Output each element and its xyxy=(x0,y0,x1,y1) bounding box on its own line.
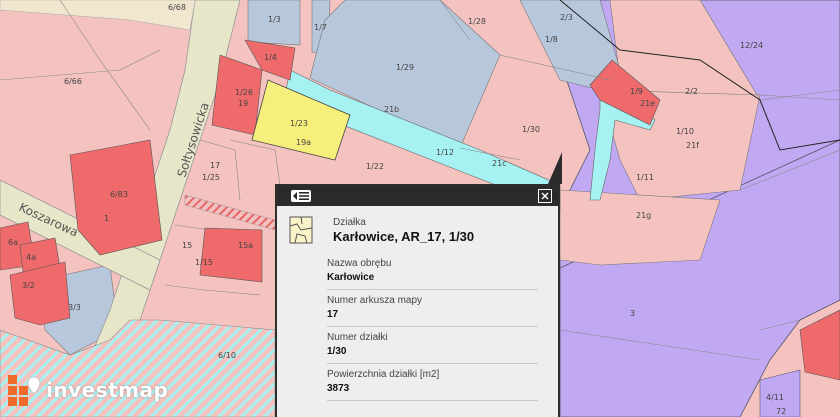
parcel-header-label: Działka xyxy=(333,217,366,228)
parcel-label: 1/11 xyxy=(636,173,654,182)
parcel-label: 1/30 xyxy=(522,125,540,134)
parcel-label: 15a xyxy=(238,241,253,250)
parcel-label: 3/3 xyxy=(68,303,81,312)
popup-header xyxy=(277,186,558,206)
parcel-label: 21f xyxy=(686,141,699,150)
parcel-label: 4/11 xyxy=(766,393,784,402)
parcel-label: 6/66 xyxy=(64,77,82,86)
parcel-label: 1/4 xyxy=(264,53,277,62)
field-label: Numer arkusza mapy xyxy=(327,295,423,306)
parcel-label: 3/2 xyxy=(22,281,35,290)
parcel-label: 1/28 xyxy=(468,17,486,26)
parcel-label: 1/10 xyxy=(676,127,694,136)
popup-pointer xyxy=(548,152,562,184)
field-parcel-number: Numer działki 1/30 xyxy=(327,327,538,364)
parcel-label: 1/23 xyxy=(290,119,308,128)
parcel-label: 1/29 xyxy=(396,63,414,72)
field-value: 3873 xyxy=(327,383,350,394)
investmap-logo: investmap xyxy=(6,373,168,407)
parcel-label: 19 xyxy=(238,99,248,108)
parcel-label: 21b xyxy=(384,105,399,114)
parcel-header: Działka Karłowice, AR_17, 1/30 xyxy=(289,216,538,245)
logo-text: investmap xyxy=(46,378,169,402)
field-value: Karłowice xyxy=(327,272,375,283)
field-value: 17 xyxy=(327,309,339,320)
parcel-header-value: Karłowice, AR_17, 1/30 xyxy=(333,229,475,244)
parcel-label: 1/22 xyxy=(366,162,384,171)
parcel-label: 15 xyxy=(182,241,192,250)
parcel-label: 6/83 xyxy=(110,190,128,199)
parcel-label: 1 xyxy=(104,214,109,223)
parcel-label: 6/68 xyxy=(168,3,186,12)
parcel-info-popup: Działka Karłowice, AR_17, 1/30 Nazwa obr… xyxy=(275,184,560,417)
field-precinct-name: Nazwa obrębu Karłowice xyxy=(327,253,538,290)
list-menu-icon[interactable] xyxy=(291,190,311,202)
close-icon[interactable] xyxy=(538,189,552,203)
parcel-label: 1/12 xyxy=(436,148,454,157)
parcel-map-icon xyxy=(289,216,313,244)
field-parcel-area: Powierzchnia działki [m2] 3873 xyxy=(327,364,538,401)
parcel-label: 2/3 xyxy=(560,13,573,22)
parcel-label: 12/24 xyxy=(740,41,763,50)
logo-mark-icon xyxy=(8,375,41,406)
popup-body: Działka Karłowice, AR_17, 1/30 Nazwa obr… xyxy=(277,206,558,401)
parcel-label: 21c xyxy=(492,159,507,168)
parcel-label: 1/25 xyxy=(202,173,220,182)
parcel-label: 1/7 xyxy=(314,23,327,32)
field-label: Numer działki xyxy=(327,332,388,343)
parcel-label: 21e xyxy=(640,99,655,108)
parcel-label: 1/26 xyxy=(235,88,253,97)
parcel-1-11 xyxy=(559,189,721,266)
parcel-label: 19a xyxy=(296,138,311,147)
parcel-15a xyxy=(199,227,263,283)
parcel-label: 1/9 xyxy=(630,87,643,96)
field-label: Powierzchnia działki [m2] xyxy=(327,369,440,380)
parcel-label: 3 xyxy=(630,309,635,318)
parcel-label: 2/2 xyxy=(685,87,698,96)
parcel-label: 1/15 xyxy=(195,258,213,267)
parcel-label: 1/3 xyxy=(268,15,281,24)
parcel-label: 72 xyxy=(776,407,786,416)
parcel-label: 4a xyxy=(26,253,36,262)
field-value: 1/30 xyxy=(327,346,347,357)
parcel-label: 6a xyxy=(8,238,18,247)
parcel-label: 6/10 xyxy=(218,351,236,360)
field-label: Nazwa obrębu xyxy=(327,258,392,269)
parcel-label: 1/8 xyxy=(545,35,558,44)
parcel-label: 21g xyxy=(636,211,651,220)
field-map-sheet: Numer arkusza mapy 17 xyxy=(327,290,538,327)
parcel-label: 17 xyxy=(210,161,220,170)
